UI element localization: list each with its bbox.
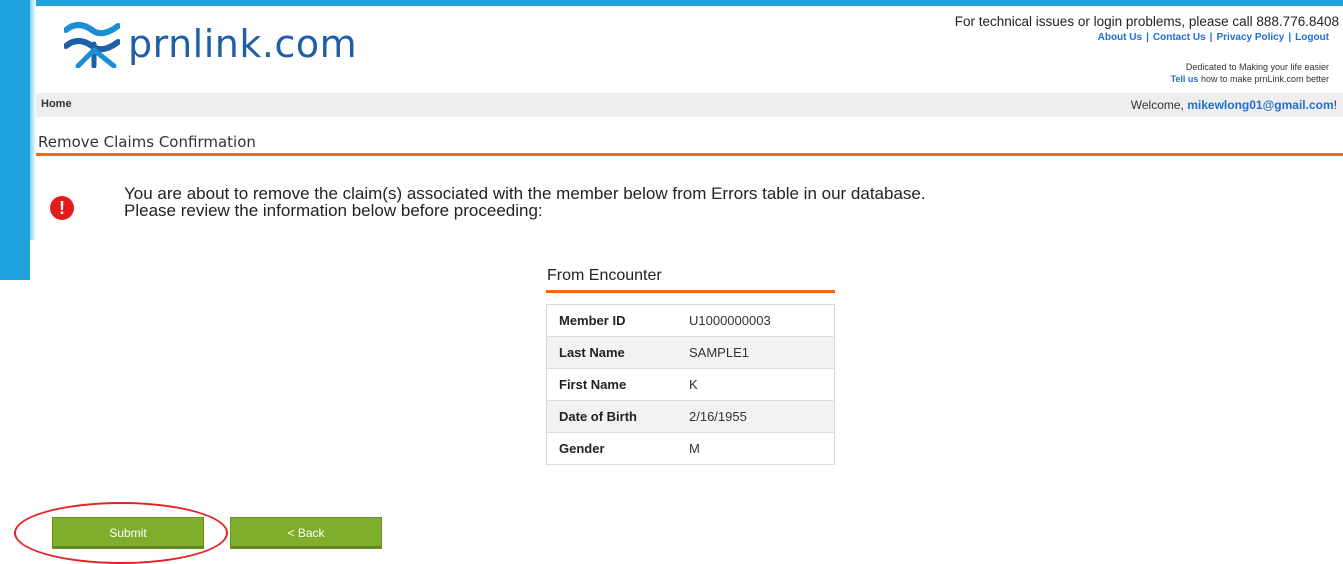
first-name-label: First Name <box>546 368 677 401</box>
contact-us-link[interactable]: Contact Us <box>1153 32 1206 43</box>
nav-home-link[interactable]: Home <box>41 98 72 110</box>
feedback-text: Tell us how to make prnLink.com better <box>1171 74 1329 84</box>
gender-label: Gender <box>546 432 677 465</box>
frame-left-bar <box>0 0 30 280</box>
date-of-birth-label: Date of Birth <box>546 400 677 433</box>
logo[interactable]: prnlink.com <box>64 20 357 68</box>
encounter-title: From Encounter <box>547 267 662 284</box>
last-name-label: Last Name <box>546 336 677 369</box>
encounter-divider <box>546 290 835 293</box>
first-name-value: K <box>677 368 835 401</box>
title-divider <box>36 153 1343 156</box>
welcome-message: Welcome, mikewlong01@gmail.com! <box>1131 98 1337 112</box>
gender-value: M <box>677 432 835 465</box>
table-row: Date of Birth 2/16/1955 <box>546 400 835 433</box>
logo-text: prnlink.com <box>128 22 358 66</box>
welcome-suffix: ! <box>1333 98 1337 112</box>
link-separator: | <box>1209 32 1213 43</box>
top-links: About Us | Contact Us | Privacy Policy |… <box>1098 32 1329 43</box>
exclamation-icon: ! <box>50 196 74 220</box>
prnlink-logo-icon <box>64 22 120 68</box>
about-us-link[interactable]: About Us <box>1098 32 1142 43</box>
warning-line-1: You are about to remove the claim(s) ass… <box>124 184 926 203</box>
table-row: Last Name SAMPLE1 <box>546 336 835 369</box>
last-name-value: SAMPLE1 <box>677 336 835 369</box>
welcome-prefix: Welcome, <box>1130 98 1188 112</box>
privacy-policy-link[interactable]: Privacy Policy <box>1216 32 1284 43</box>
back-button[interactable]: < Back <box>230 517 382 549</box>
table-row: Member ID U1000000003 <box>546 304 835 337</box>
table-row: First Name K <box>546 368 835 401</box>
nav-bar: Home Welcome, mikewlong01@gmail.com! <box>36 93 1343 117</box>
member-id-label: Member ID <box>546 304 677 337</box>
tell-us-link[interactable]: Tell us <box>1171 74 1199 84</box>
warning-message: You are about to remove the claim(s) ass… <box>124 185 926 219</box>
warning-line-2: Please review the information below befo… <box>124 201 543 220</box>
logout-link[interactable]: Logout <box>1295 32 1329 43</box>
link-separator: | <box>1288 32 1292 43</box>
tell-us-rest: how to make prnLink.com better <box>1200 74 1329 84</box>
submit-button[interactable]: Submit <box>52 517 204 549</box>
date-of-birth-value: 2/16/1955 <box>677 400 835 433</box>
link-separator: | <box>1146 32 1149 43</box>
support-phone-text: For technical issues or login problems, … <box>954 14 1339 29</box>
member-id-value: U1000000003 <box>677 304 835 337</box>
user-email-link[interactable]: mikewlong01@gmail.com <box>1187 98 1333 112</box>
encounter-table: Member ID U1000000003 Last Name SAMPLE1 … <box>546 304 835 465</box>
tagline: Dedicated to Making your life easier <box>1185 62 1329 72</box>
table-row: Gender M <box>546 432 835 465</box>
page-title: Remove Claims Confirmation <box>38 133 256 151</box>
page: prnlink.com For technical issues or logi… <box>14 6 1343 564</box>
